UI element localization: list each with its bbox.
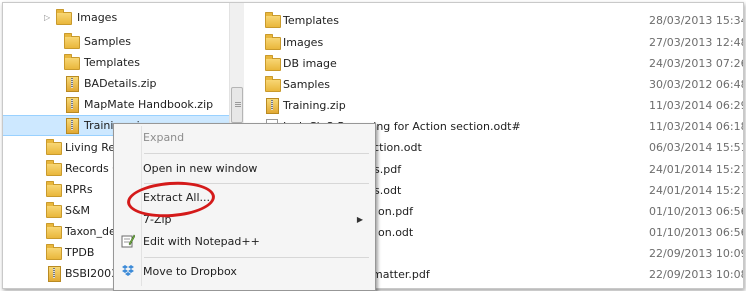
file-date: 24/01/2014 15:21 (649, 184, 744, 197)
menu-item-label: Expand (143, 131, 185, 144)
menu-item-expand[interactable]: Expand (116, 127, 373, 149)
menu-separator (144, 257, 369, 258)
zip-icon (266, 98, 279, 114)
file-name: s.odt (374, 184, 402, 197)
menu-separator (144, 153, 369, 154)
file-date: 22/09/2013 10:09 (649, 247, 744, 260)
file-date: 06/03/2014 15:51 (649, 141, 744, 154)
zip-icon (66, 97, 79, 113)
folder-icon (265, 34, 281, 50)
file-name: Images (283, 36, 324, 49)
file-name: on.odt (378, 226, 414, 239)
tree-item-label: TPDB (65, 246, 95, 259)
grip-line (235, 106, 241, 107)
folder-icon (265, 12, 281, 28)
folder-icon (46, 139, 62, 155)
file-name: matter.pdf (372, 268, 430, 281)
file-date: 01/10/2013 06:56 (649, 205, 744, 218)
dropbox-icon (122, 265, 134, 276)
grip-line (235, 104, 241, 105)
grip-line (235, 102, 241, 103)
file-row[interactable]: Templates 28/03/2013 15:34 (244, 10, 743, 31)
folder-icon (46, 202, 62, 218)
zip-icon (48, 266, 61, 282)
folder-icon (64, 33, 80, 49)
tree-item-label: Samples (84, 35, 131, 48)
file-date: 24/01/2014 15:21 (649, 163, 744, 176)
folder-icon (46, 223, 62, 239)
file-name: Templates (283, 14, 339, 27)
file-date: 22/09/2013 10:08 (649, 268, 744, 281)
menu-item-edit-with-notepad[interactable]: Edit with Notepad++ (116, 231, 373, 253)
scrollbar-thumb[interactable] (231, 87, 243, 123)
tree-item-label: S&M (65, 204, 91, 217)
folder-icon (265, 55, 281, 71)
tree-item-label: Templates (84, 56, 140, 69)
tree-item-mapmate-handbook-zip[interactable]: MapMate Handbook.zip (3, 94, 229, 115)
zip-icon (66, 76, 79, 92)
tree-item-label: Images (77, 11, 118, 24)
file-name: on.pdf (378, 205, 414, 218)
tree-item-label: BADetails.zip (84, 77, 157, 90)
notepad-plus-plus-icon (121, 234, 135, 248)
tree-item-label: RPRs (65, 183, 93, 196)
folder-icon (46, 244, 62, 260)
tree-item-images[interactable]: ▷ Images (3, 7, 229, 28)
file-row[interactable]: Samples 30/03/2012 06:48 (244, 74, 743, 95)
submenu-arrow-icon: ▶ (356, 215, 363, 224)
file-date: 01/10/2013 06:56 (649, 226, 744, 239)
folder-icon (56, 9, 72, 25)
tree-item-label: MapMate Handbook.zip (84, 98, 214, 111)
file-name: s.pdf (374, 163, 402, 176)
file-date: 30/03/2012 06:48 (649, 78, 744, 91)
file-name: DB image (283, 57, 337, 70)
zip-icon (66, 118, 79, 134)
file-date: 27/03/2013 12:48 (649, 36, 744, 49)
tree-item-samples[interactable]: Samples (3, 31, 229, 52)
file-row[interactable]: Images 27/03/2013 12:48 (244, 32, 743, 53)
folder-icon (46, 160, 62, 176)
tree-item-badetails-zip[interactable]: BADetails.zip (3, 73, 229, 94)
folder-icon (265, 76, 281, 92)
file-date: 24/03/2013 07:26 (649, 57, 744, 70)
tree-item-templates[interactable]: Templates (3, 52, 229, 73)
folder-icon (64, 54, 80, 70)
menu-item-open-in-new-window[interactable]: Open in new window (116, 158, 373, 180)
file-date: 28/03/2013 15:34 (649, 14, 744, 27)
file-date: 11/03/2014 06:29 (649, 99, 744, 112)
menu-item-label: Move to Dropbox (143, 265, 237, 278)
file-row[interactable]: Training.zip 11/03/2014 06:29 (244, 95, 743, 116)
menu-item-move-to-dropbox[interactable]: Move to Dropbox (116, 261, 373, 283)
file-name: Samples (283, 78, 330, 91)
file-date: 11/03/2014 06:18 (649, 120, 744, 133)
expand-arrow-icon[interactable]: ▷ (44, 7, 52, 28)
file-name: Training.zip (283, 99, 346, 112)
menu-item-label: Open in new window (143, 162, 258, 175)
file-row[interactable]: DB image 24/03/2013 07:26 (244, 53, 743, 74)
folder-icon (46, 181, 62, 197)
menu-item-label: Edit with Notepad++ (143, 235, 260, 248)
